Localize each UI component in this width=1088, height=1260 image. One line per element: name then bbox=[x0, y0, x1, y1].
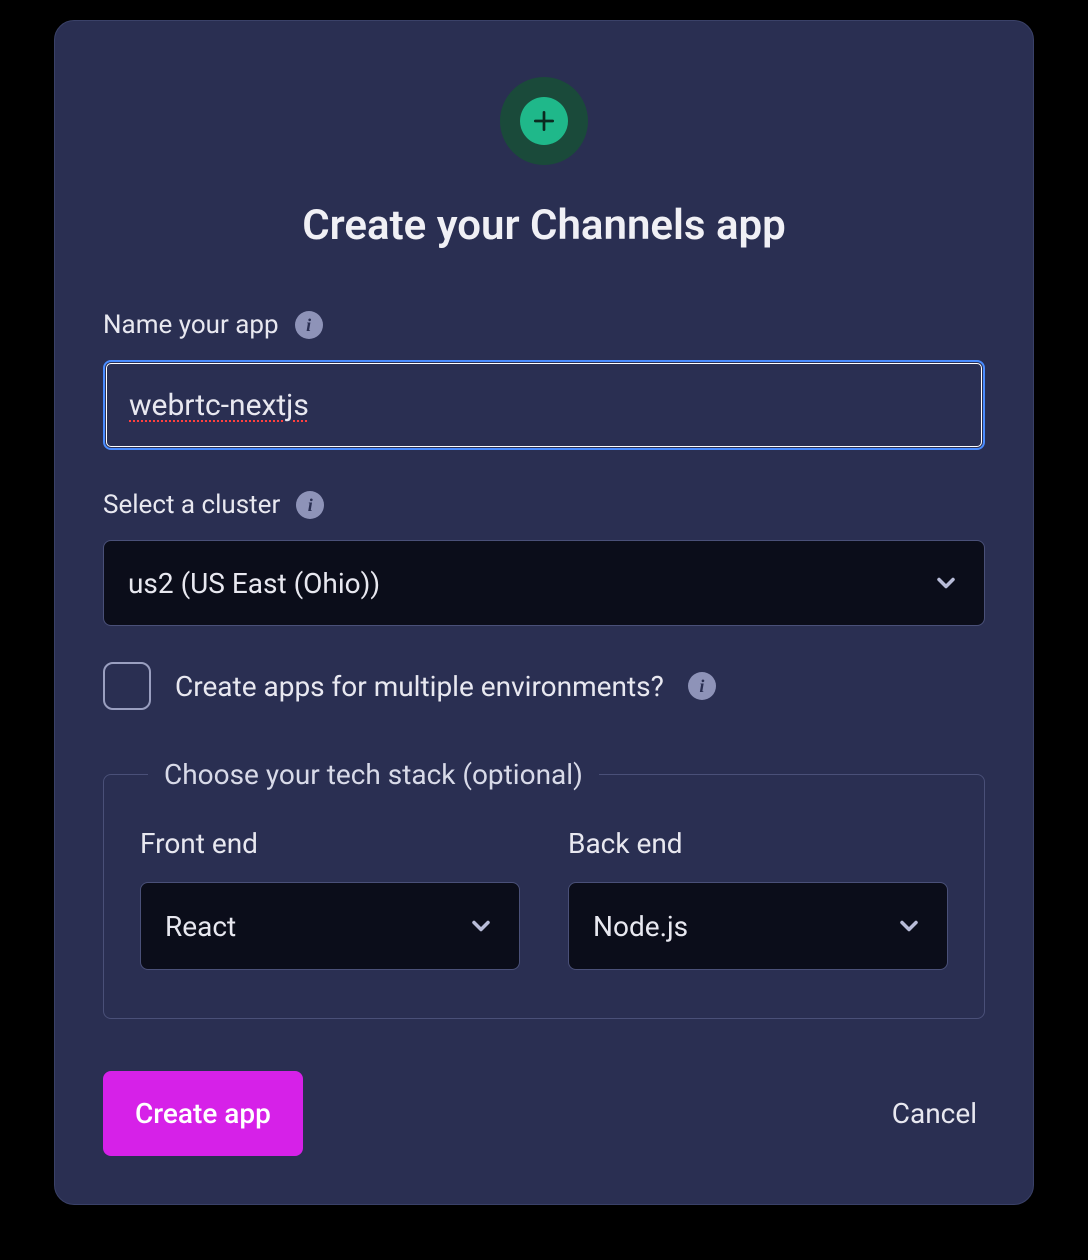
chevron-down-icon bbox=[895, 912, 923, 940]
name-label: Name your app bbox=[103, 310, 279, 340]
cluster-selected-value: us2 (US East (Ohio)) bbox=[128, 567, 380, 600]
modal-footer: Create app Cancel bbox=[103, 1071, 985, 1156]
name-label-row: Name your app i bbox=[103, 310, 985, 340]
cluster-label: Select a cluster bbox=[103, 490, 280, 520]
plus-icon bbox=[520, 97, 568, 145]
modal-title: Create your Channels app bbox=[103, 201, 985, 250]
multi-env-label: Create apps for multiple environments? bbox=[175, 670, 664, 703]
app-name-input[interactable] bbox=[103, 360, 985, 450]
frontend-selected-value: React bbox=[165, 910, 236, 943]
frontend-select[interactable]: React bbox=[140, 882, 520, 970]
multi-env-row: Create apps for multiple environments? i bbox=[103, 662, 985, 710]
plus-circle-icon bbox=[500, 77, 588, 165]
frontend-col: Front end React bbox=[140, 827, 520, 970]
backend-selected-value: Node.js bbox=[593, 910, 688, 943]
cluster-select-wrap: us2 (US East (Ohio)) bbox=[103, 540, 985, 626]
cancel-button[interactable]: Cancel bbox=[884, 1071, 985, 1156]
info-icon[interactable]: i bbox=[296, 491, 324, 519]
cluster-select[interactable]: us2 (US East (Ohio)) bbox=[103, 540, 985, 626]
create-app-button[interactable]: Create app bbox=[103, 1071, 303, 1156]
chevron-down-icon bbox=[467, 912, 495, 940]
multi-env-checkbox[interactable] bbox=[103, 662, 151, 710]
info-icon[interactable]: i bbox=[295, 311, 323, 339]
tech-stack-fieldset: Choose your tech stack (optional) Front … bbox=[103, 758, 985, 1019]
tech-grid: Front end React Back end Node.js bbox=[140, 827, 948, 970]
cluster-label-row: Select a cluster i bbox=[103, 490, 985, 520]
backend-select[interactable]: Node.js bbox=[568, 882, 948, 970]
create-app-modal: Create your Channels app Name your app i… bbox=[54, 20, 1034, 1205]
info-icon[interactable]: i bbox=[688, 672, 716, 700]
frontend-label: Front end bbox=[140, 827, 520, 860]
chevron-down-icon bbox=[932, 569, 960, 597]
tech-stack-legend: Choose your tech stack (optional) bbox=[148, 758, 599, 791]
backend-label: Back end bbox=[568, 827, 948, 860]
header-icon-wrap bbox=[103, 77, 985, 165]
backend-col: Back end Node.js bbox=[568, 827, 948, 970]
